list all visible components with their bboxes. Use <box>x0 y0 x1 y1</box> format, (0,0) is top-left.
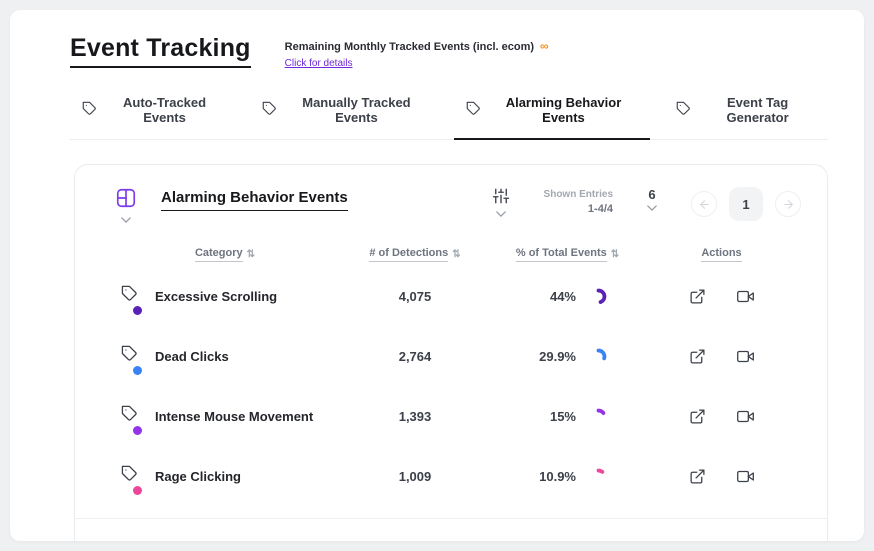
pagination: 1 <box>691 187 801 221</box>
open-details-button[interactable] <box>687 466 708 487</box>
percent-value: 29.9% <box>539 348 576 364</box>
sort-icon: ⇅ <box>246 249 256 260</box>
sliders-icon <box>492 187 510 208</box>
tag-icon <box>262 101 277 119</box>
remaining-events-block: Remaining Monthly Tracked Events (incl. … <box>285 34 549 71</box>
category-color-dot <box>133 426 142 435</box>
tag-icon <box>466 101 481 119</box>
percent-value: 15% <box>549 408 576 424</box>
category-name: Intense Mouse Movement <box>155 408 314 424</box>
video-recordings-button[interactable] <box>734 466 757 487</box>
tag-icon <box>676 101 691 119</box>
table-row: Excessive Scrolling 4,075 44% <box>75 266 827 326</box>
table-row: Rage Clicking 1,009 10.9% <box>75 446 827 506</box>
card-footer-divider <box>75 518 827 532</box>
sort-by-percent[interactable]: % of Total Events ⇅ <box>495 247 640 262</box>
card-icon-block <box>115 187 137 224</box>
category-color-dot <box>133 306 142 315</box>
detections-value: 1,009 <box>398 468 432 484</box>
sort-icon: ⇅ <box>610 249 620 260</box>
chevron-down-icon <box>495 211 506 218</box>
table-row: Intense Mouse Movement 1,393 15% <box>75 386 827 446</box>
page-header: Event Tracking Remaining Monthly Tracked… <box>70 34 828 71</box>
actions-header: Actions <box>640 247 803 262</box>
video-recordings-button[interactable] <box>734 406 757 427</box>
tag-icon <box>121 405 142 435</box>
tab-bar: Auto-Tracked Events Manually Tracked Eve… <box>70 95 828 140</box>
category-name: Excessive Scrolling <box>155 288 278 304</box>
tab-manually-tracked-events[interactable]: Manually Tracked Events <box>250 95 440 139</box>
tag-icon <box>121 465 142 495</box>
page-title: Event Tracking <box>70 34 251 68</box>
shown-entries: Shown Entries 1-4/4 <box>544 187 613 217</box>
chevron-down-icon <box>647 205 657 212</box>
table-row: Dead Clicks 2,764 29.9% <box>75 326 827 386</box>
click-for-details-link[interactable]: Click for details <box>285 58 353 69</box>
tab-auto-tracked-events[interactable]: Auto-Tracked Events <box>70 95 236 139</box>
open-details-button[interactable] <box>687 406 708 427</box>
infinity-icon: ∞ <box>540 39 549 53</box>
tag-icon <box>121 345 142 375</box>
percent-value: 44% <box>549 288 576 304</box>
shown-entries-value: 1-4/4 <box>587 203 613 215</box>
open-details-button[interactable] <box>687 286 708 307</box>
tag-icon <box>121 285 142 315</box>
category-color-dot <box>133 486 142 495</box>
video-recordings-button[interactable] <box>734 286 757 307</box>
category-name: Dead Clicks <box>155 348 229 364</box>
percent-arc <box>590 468 607 485</box>
category-name: Rage Clicking <box>155 468 241 484</box>
category-color-dot <box>133 366 142 375</box>
current-page-button[interactable]: 1 <box>729 187 763 221</box>
table-header: Category ⇅ # of Detections ⇅ % of Total … <box>75 231 827 266</box>
percent-arc <box>590 408 607 425</box>
card-title: Alarming Behavior Events <box>161 189 348 211</box>
previous-page-button[interactable] <box>691 191 717 217</box>
percent-arc <box>590 348 607 365</box>
page-size-select[interactable]: 6 <box>647 187 657 212</box>
page-size-value: 6 <box>648 187 656 202</box>
tab-event-tag-generator[interactable]: Event Tag Generator <box>664 95 828 139</box>
percent-value: 10.9% <box>539 468 576 484</box>
sort-by-category[interactable]: Category ⇅ <box>115 247 335 262</box>
detections-value: 2,764 <box>398 348 432 364</box>
open-details-button[interactable] <box>687 346 708 367</box>
sort-by-detections[interactable]: # of Detections ⇅ <box>335 247 495 262</box>
shown-entries-label: Shown Entries <box>543 189 613 200</box>
tag-icon <box>82 101 97 119</box>
events-widget-icon <box>115 187 137 214</box>
alarming-events-card: Alarming Behavior Events Shown Entries 1… <box>74 164 828 541</box>
chevron-down-icon[interactable] <box>121 217 131 224</box>
detections-value: 1,393 <box>398 408 432 424</box>
tab-alarming-behavior-events[interactable]: Alarming Behavior Events <box>453 95 651 140</box>
filters-button[interactable] <box>492 187 510 218</box>
app-panel: Event Tracking Remaining Monthly Tracked… <box>10 10 864 541</box>
percent-arc <box>590 288 607 305</box>
video-recordings-button[interactable] <box>734 346 757 367</box>
remaining-events-label: Remaining Monthly Tracked Events (incl. … <box>284 41 535 53</box>
detections-value: 4,075 <box>398 288 432 304</box>
next-page-button[interactable] <box>775 191 801 217</box>
sort-icon: ⇅ <box>452 249 461 260</box>
